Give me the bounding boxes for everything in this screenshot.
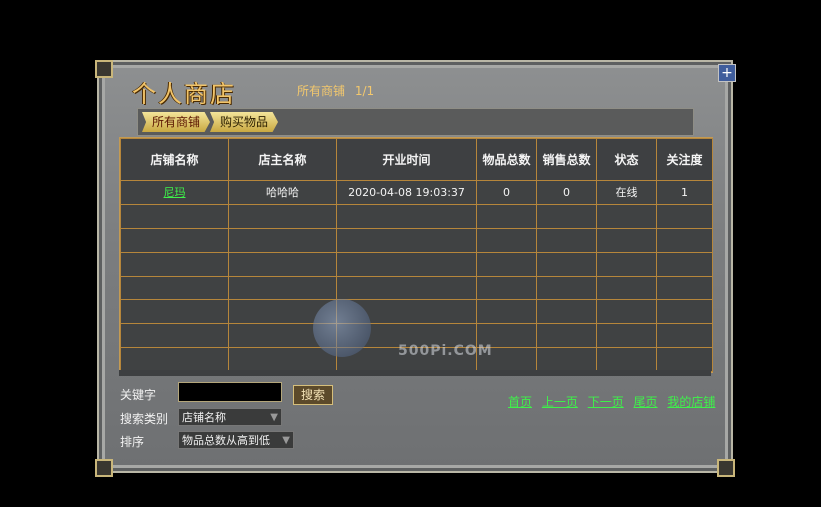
next-page-link[interactable]: 下一页 (588, 395, 624, 409)
header-shop-name[interactable]: 店铺名称 (120, 138, 229, 181)
header-item-total[interactable]: 物品总数 (476, 138, 537, 181)
pagination: 首页 上一页 下一页 尾页 我的店铺 (508, 393, 721, 410)
owner-name: 哈哈哈 (228, 180, 337, 205)
corner-ornament (717, 459, 735, 477)
toggle-icon[interactable]: + (718, 64, 736, 82)
sort-value: 物品总数从高到低 (182, 434, 270, 447)
header-open-time[interactable]: 开业时间 (336, 138, 477, 181)
sales-total: 0 (536, 180, 597, 205)
corner-ornament (95, 459, 113, 477)
table-row (120, 227, 713, 253)
followers: 1 (656, 180, 713, 205)
shop-count-label: 所有商铺 (297, 84, 346, 98)
shop-name-link[interactable]: 尼玛 (120, 180, 229, 205)
item-total: 0 (476, 180, 537, 205)
table-row[interactable]: 尼玛 哈哈哈 2020-04-08 19:03:37 0 0 在线 1 (120, 180, 713, 205)
sort-label: 排序 (120, 435, 145, 449)
first-page-link[interactable]: 首页 (508, 395, 532, 409)
status: 在线 (596, 180, 657, 205)
table-row (120, 251, 713, 277)
table-row (120, 323, 713, 349)
open-time: 2020-04-08 19:03:37 (336, 180, 477, 205)
table-row (120, 275, 713, 301)
corner-ornament (95, 60, 113, 78)
tab-all-shops[interactable]: 所有商铺 (142, 112, 211, 132)
search-type-label: 搜索类别 (120, 412, 169, 426)
keyword-input[interactable] (178, 382, 282, 402)
search-type-value: 店铺名称 (182, 411, 226, 424)
table-row (120, 203, 713, 229)
keyword-label: 关键字 (120, 388, 157, 402)
header-followers[interactable]: 关注度 (656, 138, 713, 181)
tab-buy-items[interactable]: 购买物品 (210, 112, 279, 132)
header-status[interactable]: 状态 (596, 138, 657, 181)
page-indicator: 1/1 (354, 84, 375, 98)
last-page-link[interactable]: 尾页 (634, 395, 658, 409)
chevron-down-icon: ▼ (282, 435, 290, 446)
header-owner-name[interactable]: 店主名称 (228, 138, 337, 181)
search-button[interactable]: 搜索 (293, 385, 333, 405)
table-header-row: 店铺名称 店主名称 开业时间 物品总数 销售总数 状态 关注度 (120, 138, 713, 181)
tab-bar: 所有商铺 购买物品 (137, 108, 694, 136)
shop-table: 店铺名称 店主名称 开业时间 物品总数 销售总数 状态 关注度 尼玛 哈哈哈 2… (119, 137, 713, 373)
table-row (120, 347, 713, 372)
table-row (120, 299, 713, 325)
my-shop-link[interactable]: 我的店铺 (667, 395, 715, 409)
sort-select[interactable]: 物品总数从高到低 ▼ (178, 431, 294, 449)
shop-count: 所有商铺 1/1 (297, 82, 374, 99)
window-title: 个人商店 (132, 80, 236, 108)
prev-page-link[interactable]: 上一页 (542, 395, 578, 409)
header-sales-total[interactable]: 销售总数 (536, 138, 597, 181)
search-type-select[interactable]: 店铺名称 ▼ (178, 408, 282, 426)
chevron-down-icon: ▼ (270, 412, 278, 423)
table-footer-bar (119, 370, 711, 376)
